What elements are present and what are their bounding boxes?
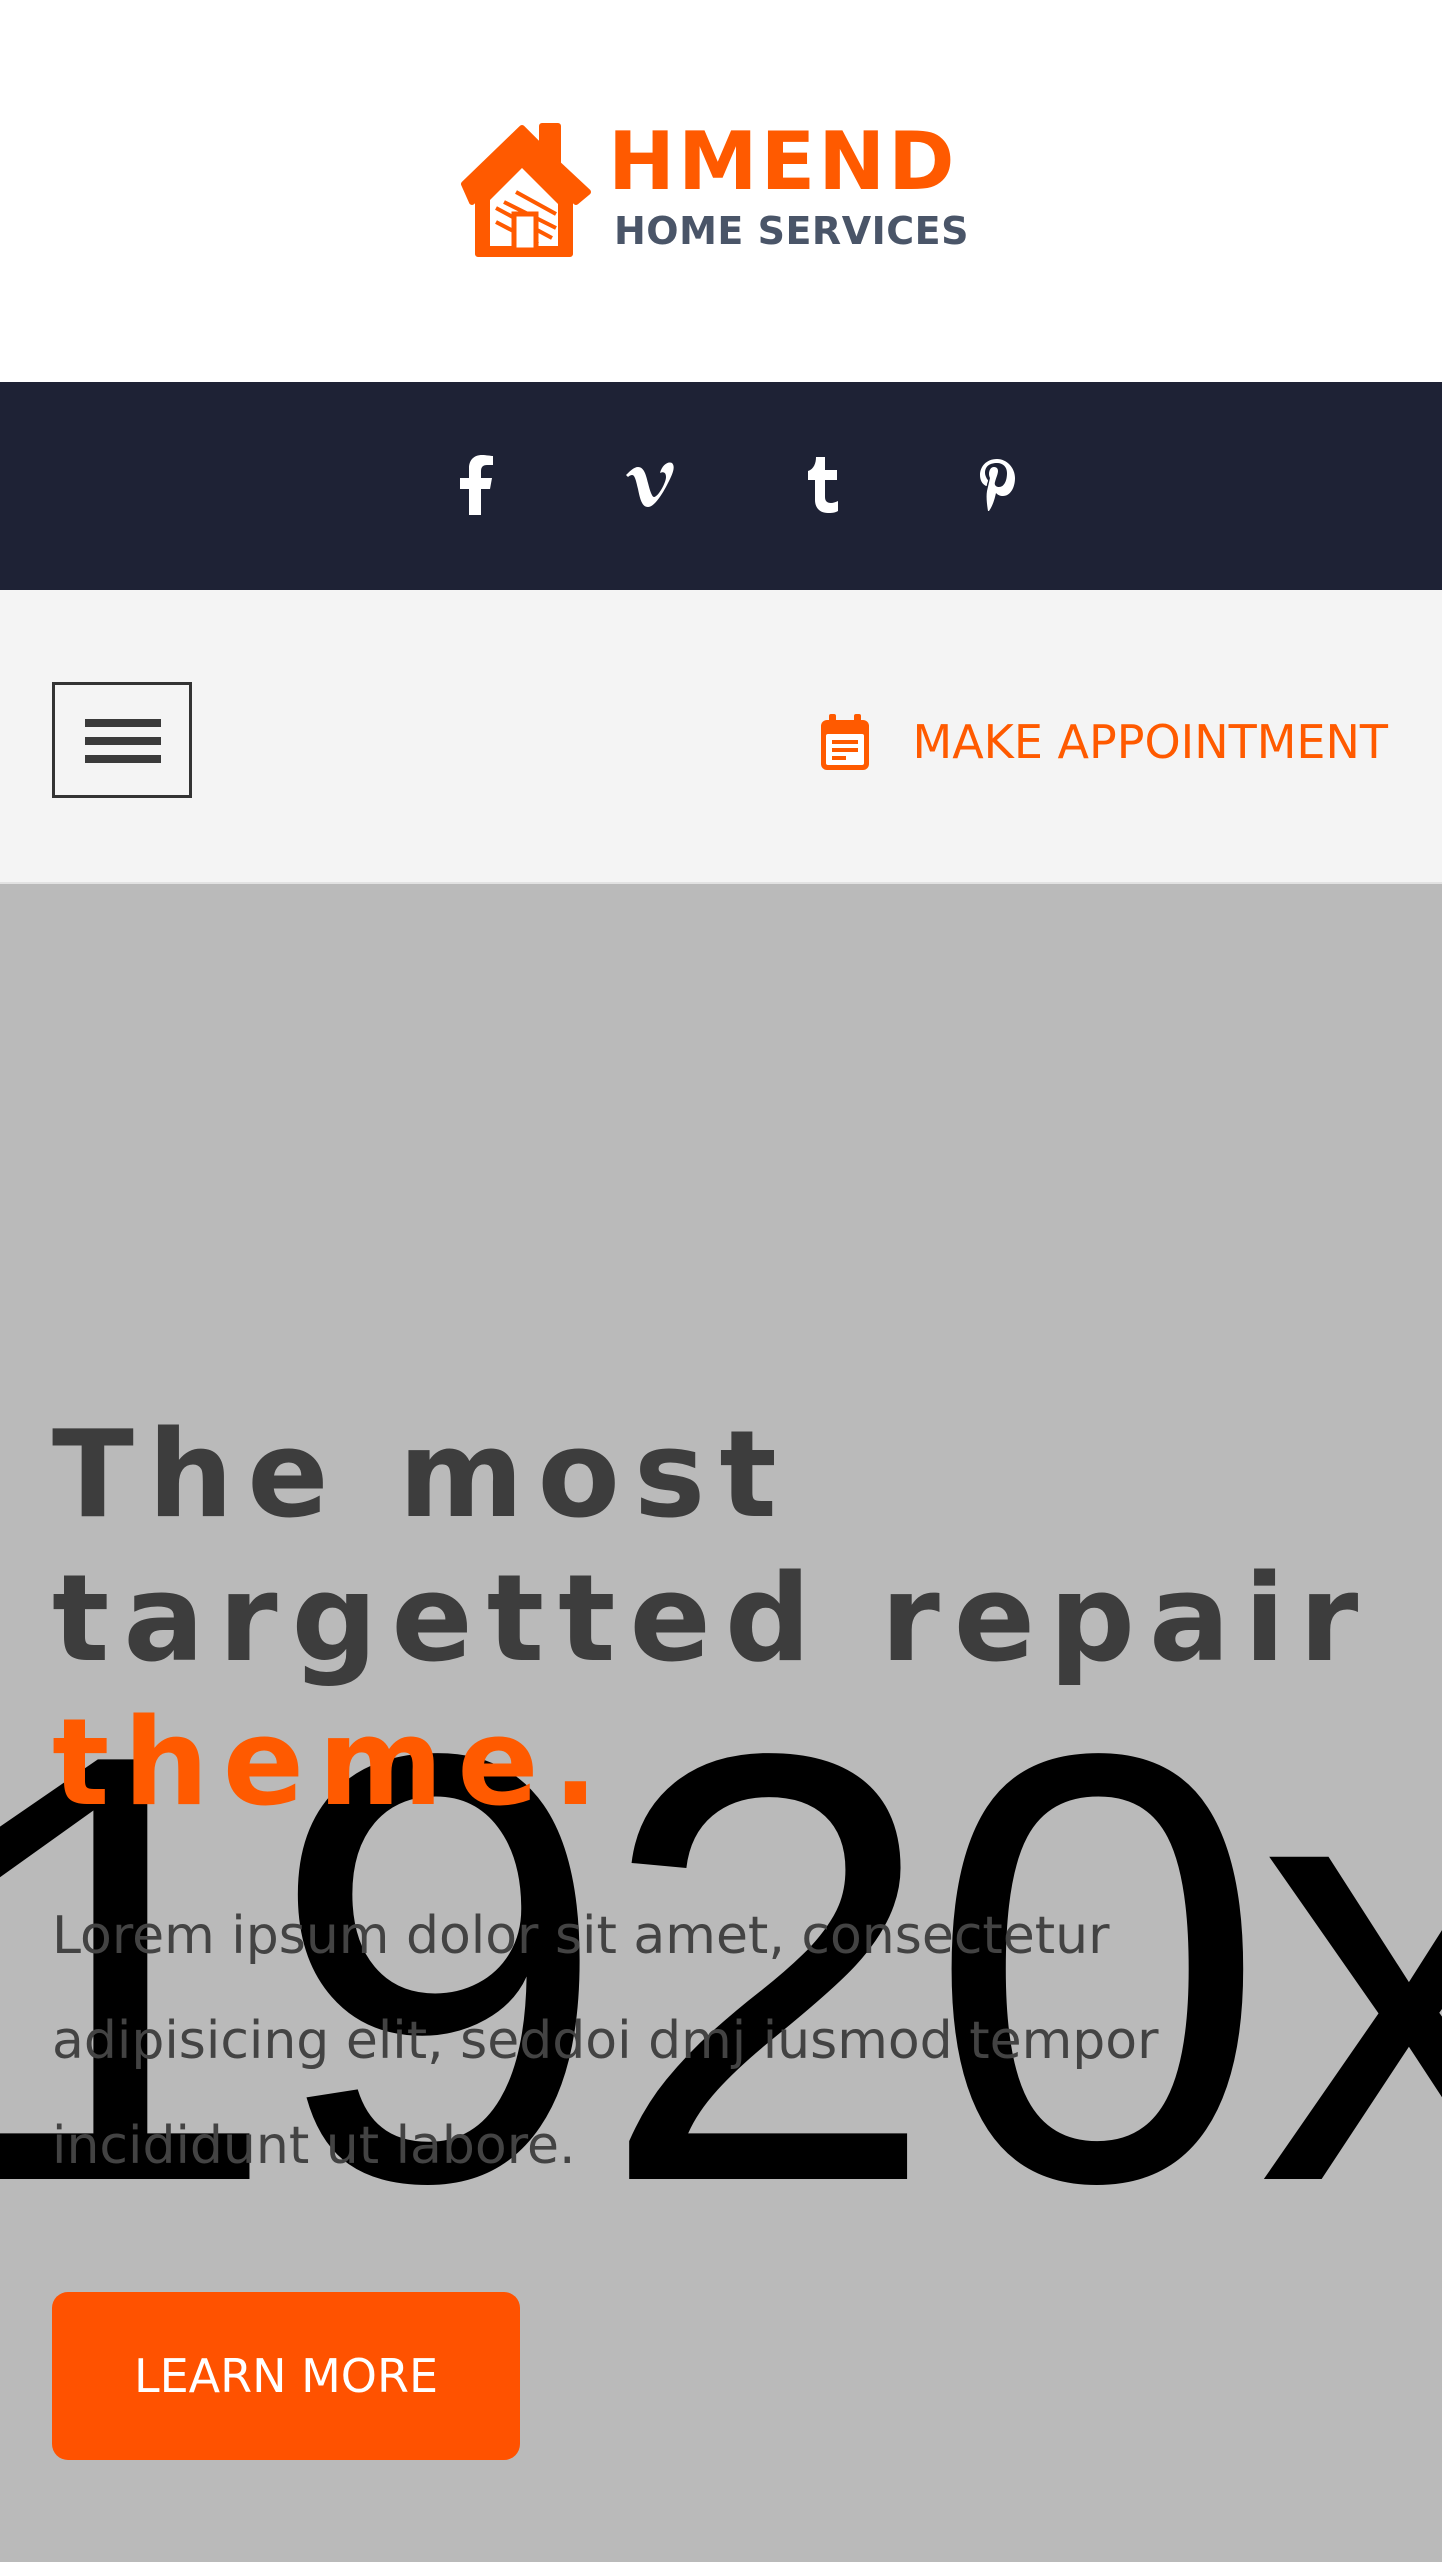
calendar-icon	[820, 714, 869, 770]
hamburger-menu-icon	[85, 719, 161, 727]
social-bar	[0, 382, 1442, 590]
logo-header: HMEND HOME SERVICES	[0, 0, 1442, 382]
menu-toggle-button[interactable]	[52, 682, 192, 798]
hamburger-line	[85, 755, 161, 763]
tumblr-link[interactable]	[778, 440, 868, 530]
brand-name: HMEND	[608, 115, 958, 208]
hero-headline: The most targetted repair theme.	[52, 1404, 1372, 1836]
pinterest-icon	[980, 459, 1015, 511]
facebook-link[interactable]	[430, 440, 520, 530]
make-appointment-label: MAKE APPOINTMENT	[912, 715, 1389, 769]
house-icon	[461, 123, 591, 257]
brand-tagline: HOME SERVICES	[614, 209, 969, 253]
main-nav-bar: MAKE APPOINTMENT	[0, 590, 1442, 884]
hero-headline-line-1: The most	[52, 1406, 791, 1545]
facebook-icon	[460, 455, 493, 515]
make-appointment-link[interactable]: MAKE APPOINTMENT	[820, 702, 1389, 782]
site-logo[interactable]: HMEND HOME SERVICES	[456, 118, 996, 268]
hero-headline-accent: theme.	[52, 1694, 613, 1833]
hero-section: 1920x780 The most targetted repair theme…	[0, 884, 1442, 2562]
pinterest-link[interactable]	[952, 440, 1042, 530]
learn-more-button[interactable]: LEARN MORE	[52, 2292, 520, 2460]
hamburger-line	[85, 737, 161, 745]
hero-lead-text: Lorem ipsum dolor sit amet, consectetur …	[52, 1906, 1159, 2176]
hero-headline-line-2: targetted repair	[52, 1550, 1373, 1689]
vimeo-icon	[626, 462, 674, 507]
vimeo-link[interactable]	[604, 440, 694, 530]
tumblr-icon	[808, 457, 838, 513]
